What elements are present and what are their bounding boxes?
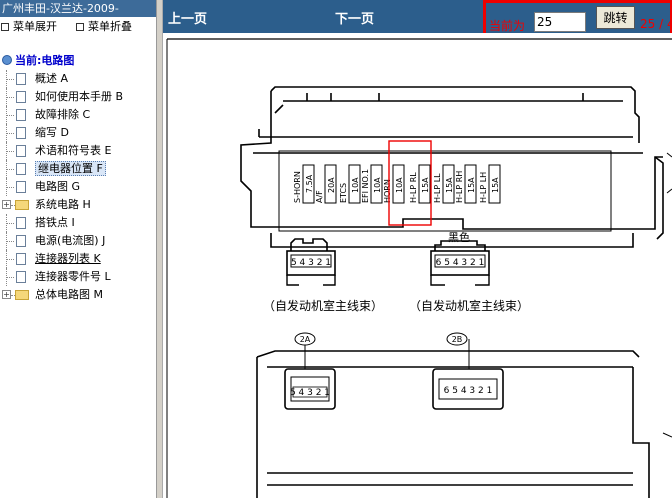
lower-2b-pins: 6 5 4 3 2 1	[444, 386, 493, 396]
globe-icon	[2, 55, 12, 65]
fuse-horn: HORN 10A	[383, 164, 405, 204]
fuse-name: HORN	[383, 179, 392, 203]
tree-item-overview[interactable]: 概述 A	[0, 70, 156, 88]
fuse-rating: 7.5A	[305, 174, 314, 193]
current-page-label: 当前为	[489, 19, 526, 33]
expand-node-icon[interactable]: +	[2, 290, 11, 299]
document-icon	[16, 109, 26, 121]
fuse-rating: 15A	[467, 177, 476, 193]
fuse-etcs: ETCS 10A	[339, 164, 361, 204]
tree-item-abbreviations[interactable]: 缩写 D	[0, 124, 156, 142]
fuse-name: H-LP RL	[409, 172, 418, 203]
tree-item-ground-points[interactable]: 搭铁点 I	[0, 214, 156, 232]
fuse-rating: 10A	[373, 177, 382, 193]
document-icon	[16, 145, 26, 157]
caption-2b: （自发动机室主线束）	[409, 298, 529, 313]
fuse-s-horn: S-HORN 7.5A	[293, 164, 315, 204]
fuse-rating: 15A	[491, 177, 500, 193]
fuse-name: A/F	[315, 190, 324, 203]
app-title: 广州丰田-汉兰达-2009-	[0, 0, 156, 17]
fuse-efi-no-1: EFI NO.1 10A	[361, 164, 383, 204]
tree-item-connector-part-numbers[interactable]: 连接器零件号 L	[0, 268, 156, 286]
fuse-rating: 10A	[351, 177, 360, 193]
page-nav-bar: 上一页 下一页 当前为 跳转 25 / 40	[163, 0, 672, 40]
menu-controls: 菜单展开 菜单折叠	[0, 18, 156, 36]
tree-item-overall-wiring[interactable]: + 总体电路图 M	[0, 286, 156, 304]
fuse-h-lp-lh: H-LP LH 15A	[479, 164, 501, 204]
black-color-label: 黑色	[448, 230, 470, 244]
sidebar: 广州丰田-汉兰达-2009- 菜单展开 菜单折叠 当前:电路图 概述 A 如何使…	[0, 0, 156, 498]
fuse-rating: 20A	[327, 177, 336, 193]
expand-menu-button[interactable]: 菜单展开	[1, 18, 57, 36]
expand-node-icon[interactable]: +	[2, 200, 11, 209]
document-icon	[16, 91, 26, 103]
connector-2a-lower: 5 4 3 2 1	[284, 368, 336, 410]
document-icon	[16, 127, 26, 139]
caption-2a: （自发动机室主线束）	[263, 298, 383, 313]
page-count: 25 / 40	[640, 17, 672, 31]
tree-item-relay-locations[interactable]: 继电器位置 F	[0, 160, 156, 178]
jump-button[interactable]: 跳转	[596, 6, 635, 29]
page-number-input[interactable]	[534, 12, 586, 32]
folder-icon	[15, 290, 29, 300]
fuse-name: H-LP LL	[433, 173, 442, 203]
document-icon	[16, 271, 26, 283]
fuse-rating: 15A	[445, 177, 454, 193]
tree-item-power-source[interactable]: 电源(电流图) J	[0, 232, 156, 250]
fuse-name: H-LP LH	[479, 172, 488, 203]
tree-item-system-circuits[interactable]: + 系统电路 H	[0, 196, 156, 214]
tree-item-how-to-use[interactable]: 如何使用本手册 B	[0, 88, 156, 106]
folder-icon	[15, 200, 29, 210]
tree-item-connector-list[interactable]: 连接器列表 K	[0, 250, 156, 268]
document-view: S-HORN 7.5A A/F 20A ETCS 10A EFI NO.1 10A HORN 10…	[163, 33, 672, 498]
collapse-icon	[76, 23, 84, 31]
connector-2b-pins: 6 5 4 3 2 1	[436, 258, 485, 268]
fuse-name: S-HORN	[293, 171, 302, 203]
connector-2a-pins: 5 4 3 2 1	[291, 258, 331, 268]
collapse-menu-button[interactable]: 菜单折叠	[76, 18, 132, 36]
frame-splitter[interactable]	[156, 0, 163, 498]
tag-2a: 2A	[294, 332, 316, 371]
next-page-link[interactable]: 下一页	[335, 8, 374, 27]
document-icon	[16, 163, 26, 175]
fuse-name: ETCS	[339, 183, 348, 203]
document-icon	[16, 73, 26, 85]
lower-2a-pins: 5 4 3 2 1	[290, 388, 330, 398]
relay-location-diagram: S-HORN 7.5AA/F20A ETCS 10A EFI NO.1 10A HORN 10…	[166, 38, 672, 498]
fuse-h-lp-rh: H-LP RH 15A	[455, 164, 477, 204]
tree-item-troubleshooting[interactable]: 故障排除 C	[0, 106, 156, 124]
connector-2a-upper: 5 4 3 2 1	[286, 238, 336, 286]
fuse-a-f: A/F20A	[315, 164, 337, 204]
nav-tree: 当前:电路图 概述 A 如何使用本手册 B 故障排除 C 缩写 D 术语和符号表…	[0, 52, 156, 304]
prev-page-link[interactable]: 上一页	[168, 8, 207, 27]
svg-text:2A: 2A	[300, 335, 311, 344]
fuse-h-lp-ll: H-LP LL 15A	[433, 164, 455, 204]
fuse-rating: 10A	[395, 177, 404, 193]
svg-text:2B: 2B	[452, 335, 463, 344]
expand-icon	[1, 23, 9, 31]
connector-2b-lower: 6 5 4 3 2 1	[432, 368, 504, 410]
document-icon	[16, 181, 26, 193]
edge-marks	[662, 152, 672, 438]
document-icon	[16, 217, 26, 229]
document-icon	[16, 253, 26, 265]
fuse-group: S-HORN 7.5AA/F20A ETCS 10A EFI NO.1 10A HORN 10…	[293, 164, 501, 204]
fuse-name: H-LP RH	[455, 171, 464, 203]
document-icon	[16, 235, 26, 247]
fuse-h-lp-rl: H-LP RL 15A	[409, 164, 431, 204]
tree-item-wiring-diagram[interactable]: 电路图 G	[0, 178, 156, 196]
tree-root[interactable]: 当前:电路图	[0, 52, 156, 70]
tree-item-glossary[interactable]: 术语和符号表 E	[0, 142, 156, 160]
fuse-rating: 15A	[421, 177, 430, 193]
fuse-name: EFI NO.1	[361, 169, 370, 203]
